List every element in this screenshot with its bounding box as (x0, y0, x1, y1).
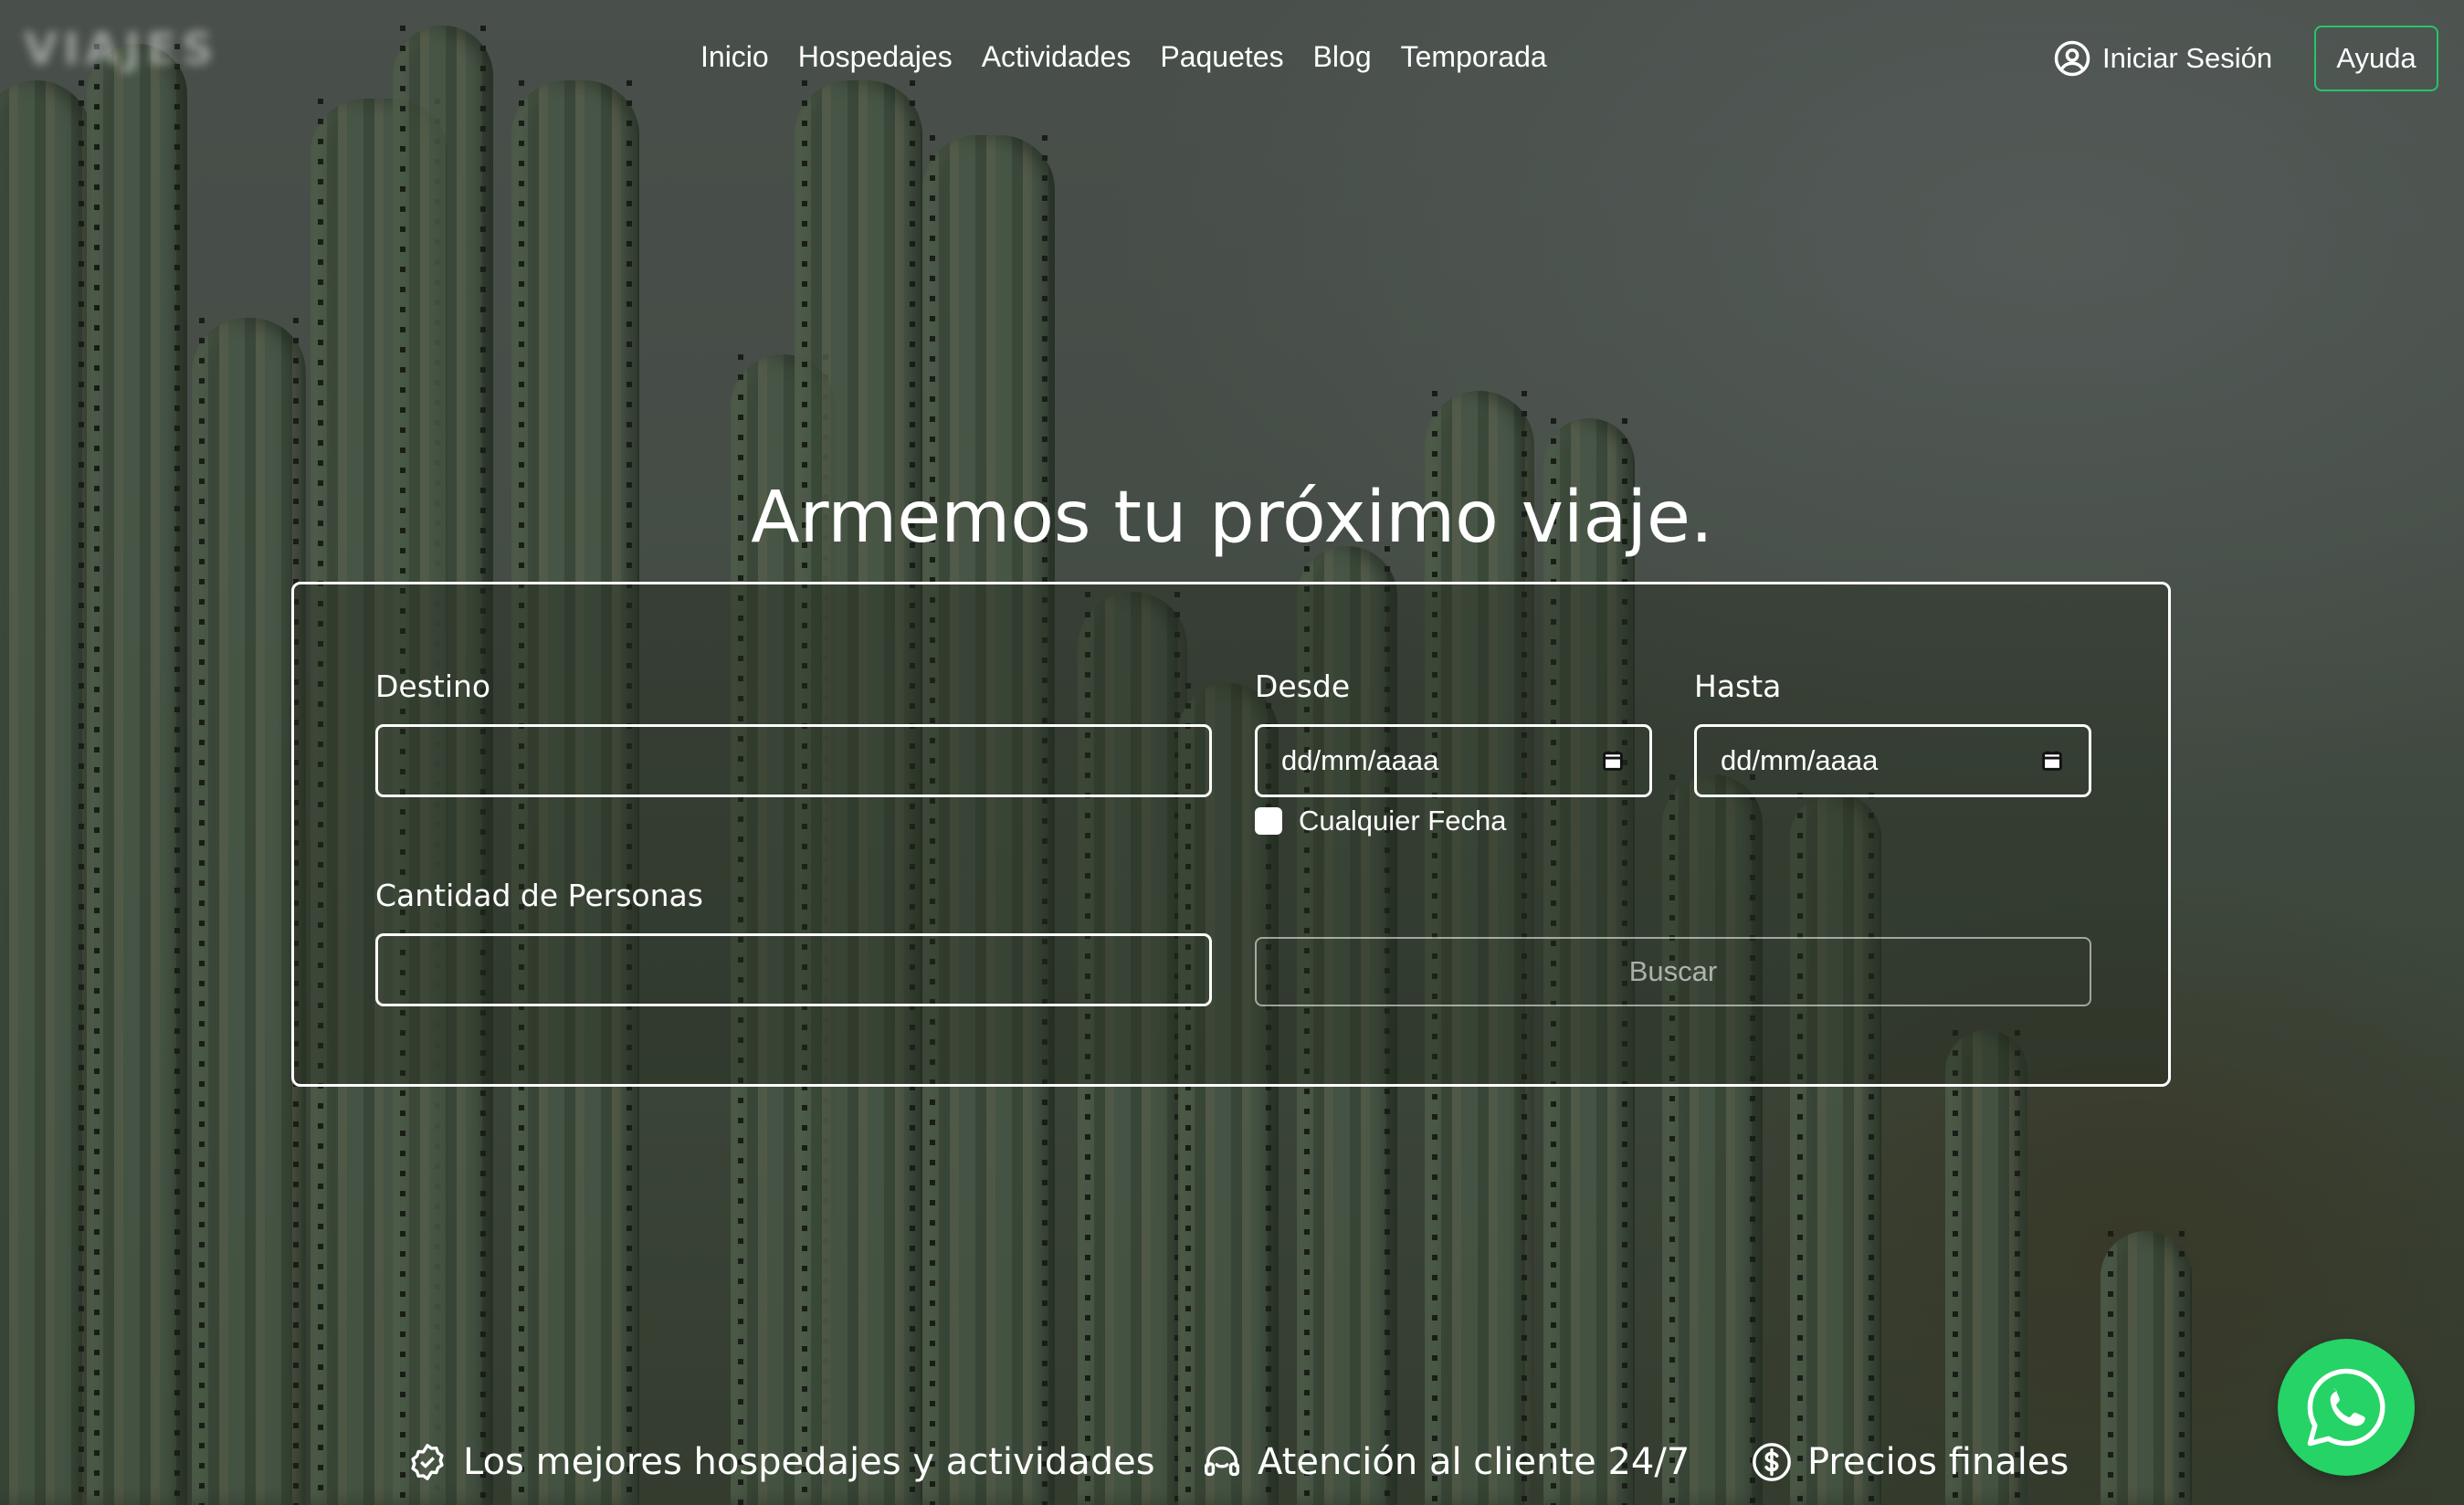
nav-temporada[interactable]: Temporada (1401, 40, 1547, 74)
calendar-icon[interactable] (1600, 748, 1626, 774)
nav-inicio[interactable]: Inicio (700, 40, 769, 74)
help-button[interactable]: Ayuda (2314, 26, 2438, 91)
feature-best-lodging: Los mejores hospedajes y actividades (406, 1441, 1155, 1483)
desde-placeholder: dd/mm/aaaa (1281, 744, 1439, 776)
nav-paquetes[interactable]: Paquetes (1160, 40, 1283, 74)
site-logo[interactable]: VIAJES (24, 24, 218, 75)
destino-label: Destino (375, 668, 491, 704)
nav-hospedajes[interactable]: Hospedajes (798, 40, 953, 74)
personas-label: Cantidad de Personas (375, 878, 703, 913)
whatsapp-icon (2307, 1368, 2385, 1447)
login-link[interactable]: Iniciar Sesión (2053, 39, 2272, 78)
personas-input[interactable] (402, 952, 1185, 987)
any-date-checkbox[interactable]: Cualquier Fecha (1255, 805, 1506, 837)
nav-blog[interactable]: Blog (1313, 40, 1372, 74)
checkbox-box[interactable] (1255, 807, 1282, 835)
dollar-circle-icon (1753, 1443, 1791, 1481)
desde-label: Desde (1255, 668, 1351, 704)
feature-text: Atención al cliente 24/7 (1258, 1441, 1690, 1483)
desde-date-field[interactable]: dd/mm/aaaa (1255, 724, 1652, 797)
feature-text: Precios finales (1807, 1441, 2069, 1483)
hasta-placeholder: dd/mm/aaaa (1721, 744, 1879, 776)
feature-final-prices: Precios finales (1751, 1441, 2069, 1483)
main-nav: Inicio Hospedajes Actividades Paquetes B… (700, 40, 1547, 74)
page-title: Armemos tu próximo viaje. (751, 477, 1713, 559)
feature-support: Atención al cliente 24/7 (1201, 1441, 1690, 1483)
search-panel: Destino Desde dd/mm/aaaa Hasta dd/mm/aaa… (291, 582, 2171, 1087)
destino-field[interactable] (375, 724, 1212, 797)
hasta-date-field[interactable]: dd/mm/aaaa (1694, 724, 2091, 797)
whatsapp-button[interactable] (2278, 1339, 2415, 1476)
badge-check-icon (411, 1444, 444, 1480)
headset-icon (1205, 1447, 1239, 1477)
any-date-label: Cualquier Fecha (1299, 805, 1507, 837)
user-circle-icon (2054, 40, 2090, 77)
search-button[interactable]: Buscar (1255, 937, 2091, 1006)
personas-field[interactable] (375, 933, 1212, 1006)
calendar-icon[interactable] (2039, 748, 2065, 774)
login-label: Iniciar Sesión (2102, 42, 2273, 74)
nav-actividades[interactable]: Actividades (982, 40, 1132, 74)
feature-text: Los mejores hospedajes y actividades (463, 1441, 1155, 1483)
destino-input[interactable] (402, 743, 1185, 778)
hasta-label: Hasta (1694, 668, 1782, 704)
